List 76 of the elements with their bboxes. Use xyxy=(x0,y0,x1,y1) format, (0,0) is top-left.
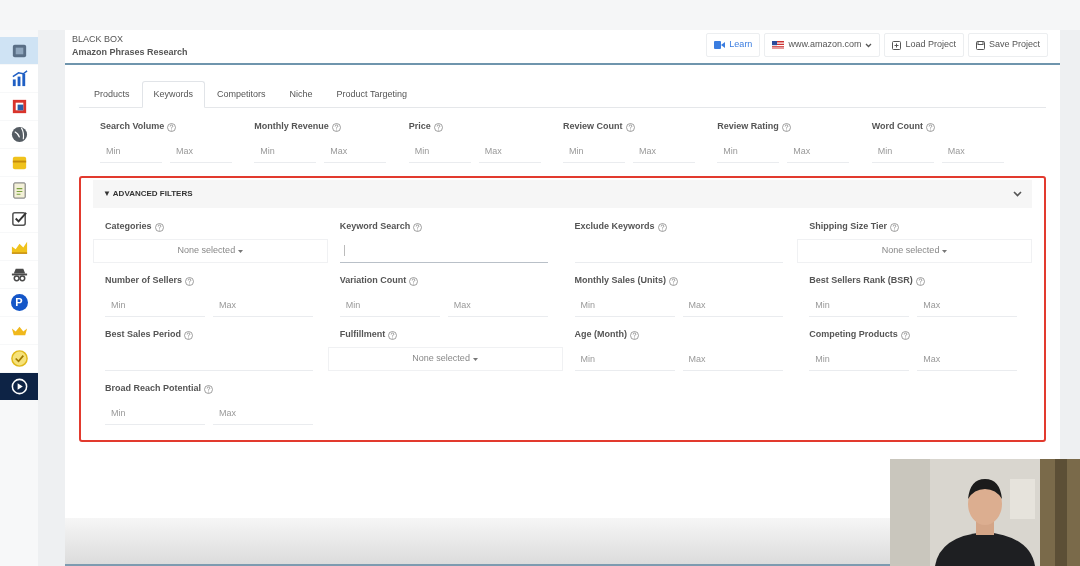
filter-label: Number of Sellers xyxy=(105,274,183,288)
filter-label: Monthly Sales (Units) xyxy=(574,274,666,288)
help-icon[interactable] xyxy=(781,122,791,132)
filter-label: Search Volume xyxy=(100,120,165,134)
select-dropdown[interactable]: None selected xyxy=(797,239,1032,263)
filter-label: Word Count xyxy=(871,120,923,134)
help-icon[interactable] xyxy=(388,330,398,340)
filter-label: Best Sales Period xyxy=(105,328,182,342)
page-subtitle: Amazon Phrases Research xyxy=(72,46,188,59)
header-button[interactable]: Learn xyxy=(706,33,761,57)
help-icon[interactable] xyxy=(331,122,341,132)
checkbox-icon xyxy=(9,209,29,228)
help-icon[interactable] xyxy=(915,276,925,286)
help-icon[interactable] xyxy=(413,222,423,232)
filter-label: Review Rating xyxy=(717,120,779,134)
marketplace-dropdown[interactable]: www.amazon.com xyxy=(764,33,881,57)
sidebar-item[interactable] xyxy=(0,65,38,92)
help-icon[interactable] xyxy=(926,122,935,132)
select-dropdown[interactable]: None selected xyxy=(327,347,563,371)
filter-label: Shipping Size Tier xyxy=(809,220,888,234)
tab[interactable]: Products xyxy=(82,81,142,108)
caret-icon xyxy=(865,42,873,48)
header-button[interactable]: Load Project xyxy=(884,33,964,57)
play-icon xyxy=(9,377,29,396)
help-icon[interactable] xyxy=(433,122,443,132)
sidebar-item[interactable]: P xyxy=(0,289,38,316)
filter-label: Fulfillment xyxy=(339,328,386,342)
help-icon[interactable] xyxy=(204,384,214,394)
filter-label: Keyword Search xyxy=(339,220,411,234)
help-icon[interactable] xyxy=(890,222,900,232)
help-icon[interactable] xyxy=(185,276,195,286)
plus-square-icon xyxy=(892,40,902,50)
help-icon[interactable] xyxy=(184,330,194,340)
globe-icon xyxy=(9,125,29,144)
header-button[interactable]: Save Project xyxy=(967,33,1048,57)
flag-icon xyxy=(772,41,785,49)
sidebar-item[interactable] xyxy=(0,121,38,148)
filter-label: Monthly Revenue xyxy=(254,120,329,134)
help-icon[interactable] xyxy=(669,276,678,286)
filter-label: Variation Count xyxy=(339,274,407,288)
help-icon[interactable] xyxy=(154,222,164,232)
help-icon[interactable] xyxy=(625,122,635,132)
filter-label: Age (Month) xyxy=(574,328,627,342)
app-title: BLACK BOX xyxy=(72,33,125,46)
filter-label: Review Count xyxy=(563,120,623,134)
check-badge-icon xyxy=(9,349,29,368)
filter-label: Categories xyxy=(105,220,152,234)
filter-label: Best Sellers Rank (BSR) xyxy=(809,274,913,288)
tab[interactable]: Niche xyxy=(277,81,325,108)
help-icon[interactable] xyxy=(900,330,910,340)
chevron-icon[interactable] xyxy=(1013,191,1022,197)
select-dropdown[interactable]: None selected xyxy=(93,239,328,263)
tab[interactable]: Product Targeting xyxy=(324,81,419,108)
section-title: ▼ ADVANCED FILTERS xyxy=(103,188,193,200)
caret-icon xyxy=(472,357,478,361)
filter-label: Price xyxy=(408,120,431,134)
panel-header[interactable]: ▼ ADVANCED FILTERS xyxy=(93,180,1032,208)
sidebar-item[interactable] xyxy=(0,261,38,288)
floppy-icon xyxy=(975,40,985,50)
tab[interactable]: Competitors xyxy=(205,81,278,108)
video-camera-icon xyxy=(714,41,726,49)
sidebar-item[interactable] xyxy=(0,205,38,232)
help-icon[interactable] xyxy=(409,276,419,286)
help-icon[interactable] xyxy=(657,222,667,232)
help-icon[interactable] xyxy=(167,122,177,132)
p-icon: P xyxy=(10,294,28,311)
caret-icon xyxy=(942,249,948,253)
help-icon[interactable] xyxy=(630,330,639,340)
caret-icon xyxy=(238,249,244,253)
filter-label: Broad Reach Potential xyxy=(105,382,202,396)
sidebar-item[interactable] xyxy=(0,93,38,120)
tab[interactable]: Keywords xyxy=(141,81,206,108)
filter-label: Competing Products xyxy=(809,328,898,342)
text-cursor xyxy=(343,245,345,256)
filter-label: Exclude Keywords xyxy=(574,220,655,234)
sidebar-item[interactable] xyxy=(0,373,38,400)
